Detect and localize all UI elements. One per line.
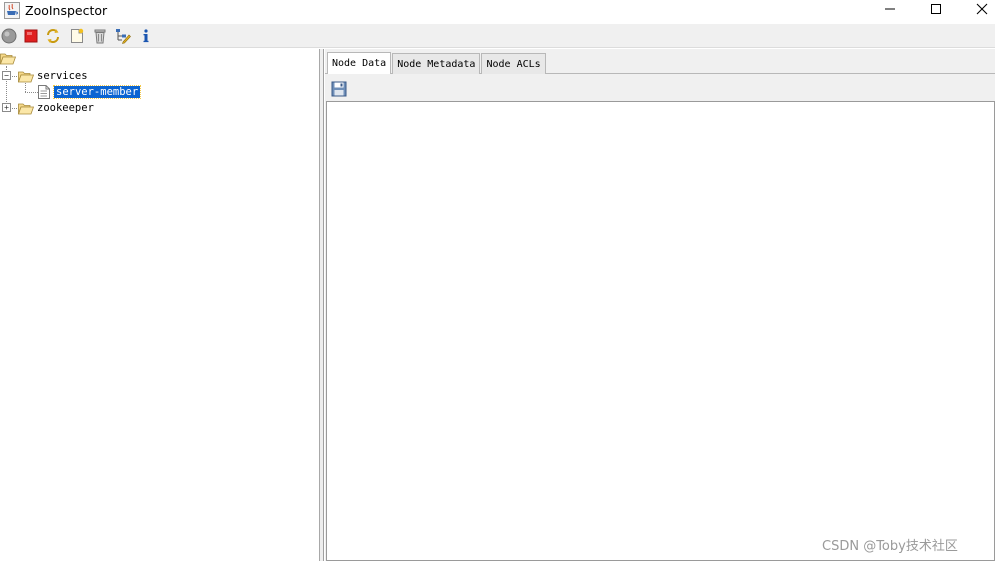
info-icon — [143, 29, 149, 43]
tree-node-zookeeper[interactable]: zookeeper — [18, 100, 96, 116]
add-node-button[interactable] — [68, 27, 86, 45]
tree-node-label-selected: server-member — [52, 85, 142, 99]
delete-node-button[interactable] — [91, 27, 109, 45]
watermark-text: CSDN @Toby技术社区 — [822, 539, 958, 554]
connect-button[interactable] — [0, 27, 18, 45]
node-data-editor[interactable] — [326, 101, 995, 561]
about-button[interactable] — [137, 27, 155, 45]
tree-connector-line — [12, 76, 17, 77]
tab-bar: Node Data Node Metadata Node ACLs — [327, 52, 547, 74]
collapse-toggle[interactable]: − — [2, 71, 11, 80]
new-document-icon — [71, 28, 84, 43]
node-viewers-button[interactable] — [114, 27, 132, 45]
stop-square-icon — [24, 29, 38, 43]
tree-node-server-member[interactable]: server-member — [38, 84, 142, 100]
tree-edit-icon — [116, 29, 131, 44]
window-title: ZooInspector — [25, 3, 108, 18]
refresh-button[interactable] — [44, 27, 62, 45]
folder-open-icon — [18, 71, 34, 82]
panel-splitter[interactable] — [320, 49, 324, 561]
tree-node-label: zookeeper — [37, 102, 94, 114]
tree-connector-line — [25, 83, 26, 92]
tree-node-label: services — [37, 70, 88, 82]
maximize-icon — [931, 4, 941, 14]
toolbar — [0, 24, 995, 48]
expand-toggle[interactable]: + — [2, 103, 11, 112]
tree-connector-line — [25, 92, 38, 93]
folder-open-icon — [18, 103, 34, 114]
node-tree-panel — [0, 49, 320, 561]
folder-open-icon[interactable] — [0, 52, 16, 65]
tree-connector-line — [12, 108, 17, 109]
disconnect-button[interactable] — [22, 27, 40, 45]
tab-node-acls[interactable]: Node ACLs — [481, 53, 546, 74]
tab-node-data[interactable]: Node Data — [327, 52, 392, 74]
document-icon — [38, 85, 50, 99]
refresh-arrows-icon — [47, 29, 59, 43]
java-cup-icon — [4, 2, 20, 19]
save-node-data-button[interactable] — [331, 81, 347, 97]
close-icon — [976, 3, 988, 15]
connect-circle-icon — [1, 28, 17, 44]
tab-node-metadata[interactable]: Node Metadata — [392, 53, 481, 74]
trash-icon — [94, 29, 106, 44]
title-bar: ZooInspector — [0, 0, 995, 24]
close-button[interactable] — [959, 0, 995, 18]
floppy-disk-icon — [331, 81, 347, 97]
tree-node-services[interactable]: services — [18, 68, 90, 84]
maximize-button[interactable] — [913, 0, 959, 18]
minimize-icon — [885, 8, 895, 10]
minimize-button[interactable] — [867, 0, 913, 18]
